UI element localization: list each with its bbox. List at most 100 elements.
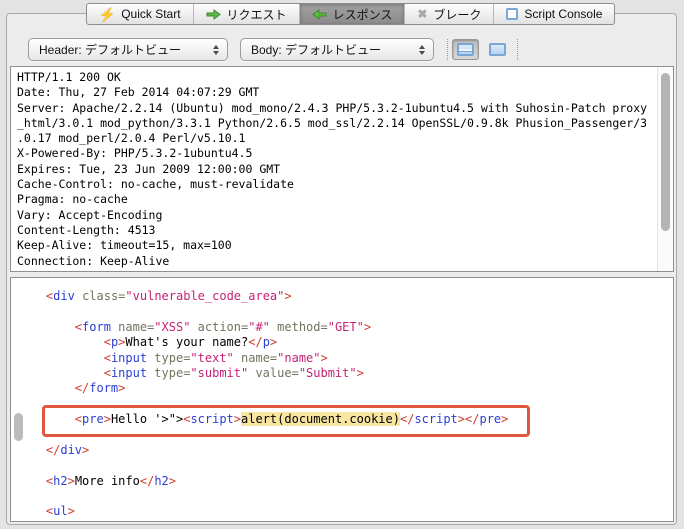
- code-token: h2: [154, 474, 168, 488]
- tab-break[interactable]: ✖ ブレーク: [405, 4, 494, 24]
- response-headers-area[interactable]: HTTP/1.1 200 OKDate: Thu, 27 Feb 2014 04…: [10, 66, 674, 272]
- response-headers-text: HTTP/1.1 200 OKDate: Thu, 27 Feb 2014 04…: [11, 67, 656, 271]
- code-line: [17, 304, 673, 319]
- code-token: form: [82, 320, 111, 334]
- break-x-icon: ✖: [417, 8, 427, 20]
- code-token: >: [357, 366, 364, 380]
- tab-label: リクエスト: [227, 6, 287, 23]
- code-line: <div class="vulnerable_code_area">: [17, 289, 673, 304]
- code-token: p: [263, 335, 270, 349]
- chevron-updown-icon: [419, 45, 425, 55]
- header-view-select-value: Header: デフォルトビュー: [39, 41, 181, 58]
- chevron-updown-icon: [213, 45, 219, 55]
- code-token: [17, 351, 104, 365]
- code-line: <p>What's your name?</p>: [17, 335, 673, 350]
- code-token: >: [270, 335, 277, 349]
- header-line: Keep-Alive: timeout=15, max=100: [17, 238, 656, 253]
- code-token: name=: [241, 351, 277, 365]
- single-view-icon: [489, 43, 506, 56]
- code-line: <input type="submit" value="Submit">: [17, 366, 673, 381]
- code-token: [234, 351, 241, 365]
- code-token: <: [104, 351, 111, 365]
- arrow-left-icon: [312, 9, 327, 20]
- tab-script-console[interactable]: Script Console: [494, 4, 614, 24]
- code-token: <: [75, 320, 82, 334]
- header-line: Server: Apache/2.2.14 (Ubuntu) mod_mono/…: [17, 101, 656, 116]
- code-token: type=: [154, 351, 190, 365]
- code-token: </: [400, 412, 414, 426]
- code-line: [17, 489, 673, 504]
- tab-bar: ⚡ Quick Start リクエスト レスポンス ✖ ブレーク Script …: [86, 3, 615, 25]
- code-token: name=: [118, 320, 154, 334]
- split-view-button[interactable]: [452, 39, 479, 60]
- code-token: >: [68, 504, 75, 518]
- code-token: [17, 381, 75, 395]
- code-token: >: [321, 351, 328, 365]
- body-scrollbar-thumb[interactable]: [14, 413, 23, 441]
- header-line: Vary: Accept-Encoding: [17, 208, 656, 223]
- body-view-select[interactable]: Body: デフォルトビュー: [240, 38, 434, 61]
- code-token: >: [234, 412, 241, 426]
- code-token: <: [75, 412, 82, 426]
- single-view-button[interactable]: [484, 39, 511, 60]
- code-token: </: [46, 443, 60, 457]
- code-token: >: [118, 381, 125, 395]
- code-line: <input type="text" name="name">: [17, 351, 673, 366]
- console-icon: [506, 8, 518, 20]
- code-token: >: [364, 320, 371, 334]
- code-token: "XSS": [154, 320, 190, 334]
- header-line: .0.17 mod_perl/2.0.4 Perl/v5.10.1: [17, 131, 656, 146]
- toolbar-separator: [447, 39, 448, 60]
- code-token: [17, 366, 104, 380]
- code-token: pre: [479, 412, 501, 426]
- lightning-icon: ⚡: [99, 8, 115, 21]
- header-line: Content-Length: 4513: [17, 223, 656, 238]
- tab-response[interactable]: レスポンス: [300, 4, 406, 24]
- code-token: div: [60, 443, 82, 457]
- response-body-area[interactable]: <div class="vulnerable_code_area"> <form…: [10, 277, 674, 522]
- code-token: [190, 320, 197, 334]
- header-line: Content-Type: text/html;charset=utf-8: [17, 269, 656, 271]
- code-token: [17, 320, 75, 334]
- headers-scrollbar-thumb[interactable]: [661, 73, 670, 231]
- code-token: "text": [190, 351, 233, 365]
- code-line: <ul>: [17, 504, 673, 519]
- toolbar-separator: [517, 39, 518, 60]
- code-token: <: [104, 335, 111, 349]
- headers-scrollbar[interactable]: [657, 67, 673, 271]
- tab-label: Quick Start: [121, 7, 180, 21]
- header-view-select[interactable]: Header: デフォルトビュー: [28, 38, 228, 61]
- code-token: [17, 504, 46, 518]
- zap-response-panel: ⚡ Quick Start リクエスト レスポンス ✖ ブレーク Script …: [0, 0, 684, 529]
- code-token: "submit": [190, 366, 248, 380]
- code-line: [17, 428, 673, 443]
- code-line: [17, 397, 673, 412]
- header-line: Expires: Tue, 23 Jun 2009 12:00:00 GMT: [17, 162, 656, 177]
- response-body-code: <div class="vulnerable_code_area"> <form…: [11, 278, 673, 521]
- highlighted-code-token: alert(document.cookie): [241, 412, 400, 426]
- code-line: <form name="XSS" action="#" method="GET"…: [17, 320, 673, 335]
- tab-quick-start[interactable]: ⚡ Quick Start: [87, 4, 194, 24]
- tab-label: ブレーク: [433, 6, 481, 23]
- code-line: <pre>Hello '>"><script>alert(document.co…: [17, 412, 673, 427]
- code-token: action=: [198, 320, 249, 334]
- code-token: "#": [248, 320, 270, 334]
- header-line: X-Powered-By: PHP/5.3.2-1ubuntu4.5: [17, 146, 656, 161]
- code-token: What's your name?: [125, 335, 248, 349]
- code-token: [17, 443, 46, 457]
- code-token: "name": [277, 351, 320, 365]
- header-line: _html/3.0.1 mod_python/3.3.1 Python/2.6.…: [17, 116, 656, 131]
- code-token: >: [284, 289, 291, 303]
- code-token: <: [104, 366, 111, 380]
- code-token: input: [111, 366, 147, 380]
- tab-request[interactable]: リクエスト: [194, 4, 300, 24]
- code-token: </: [75, 381, 89, 395]
- code-token: </: [465, 412, 479, 426]
- code-token: class=: [82, 289, 125, 303]
- code-token: div: [53, 289, 75, 303]
- code-token: >: [68, 474, 75, 488]
- code-token: >: [82, 443, 89, 457]
- code-token: More info: [75, 474, 140, 488]
- code-token: >: [104, 412, 111, 426]
- code-token: "vulnerable_code_area": [125, 289, 284, 303]
